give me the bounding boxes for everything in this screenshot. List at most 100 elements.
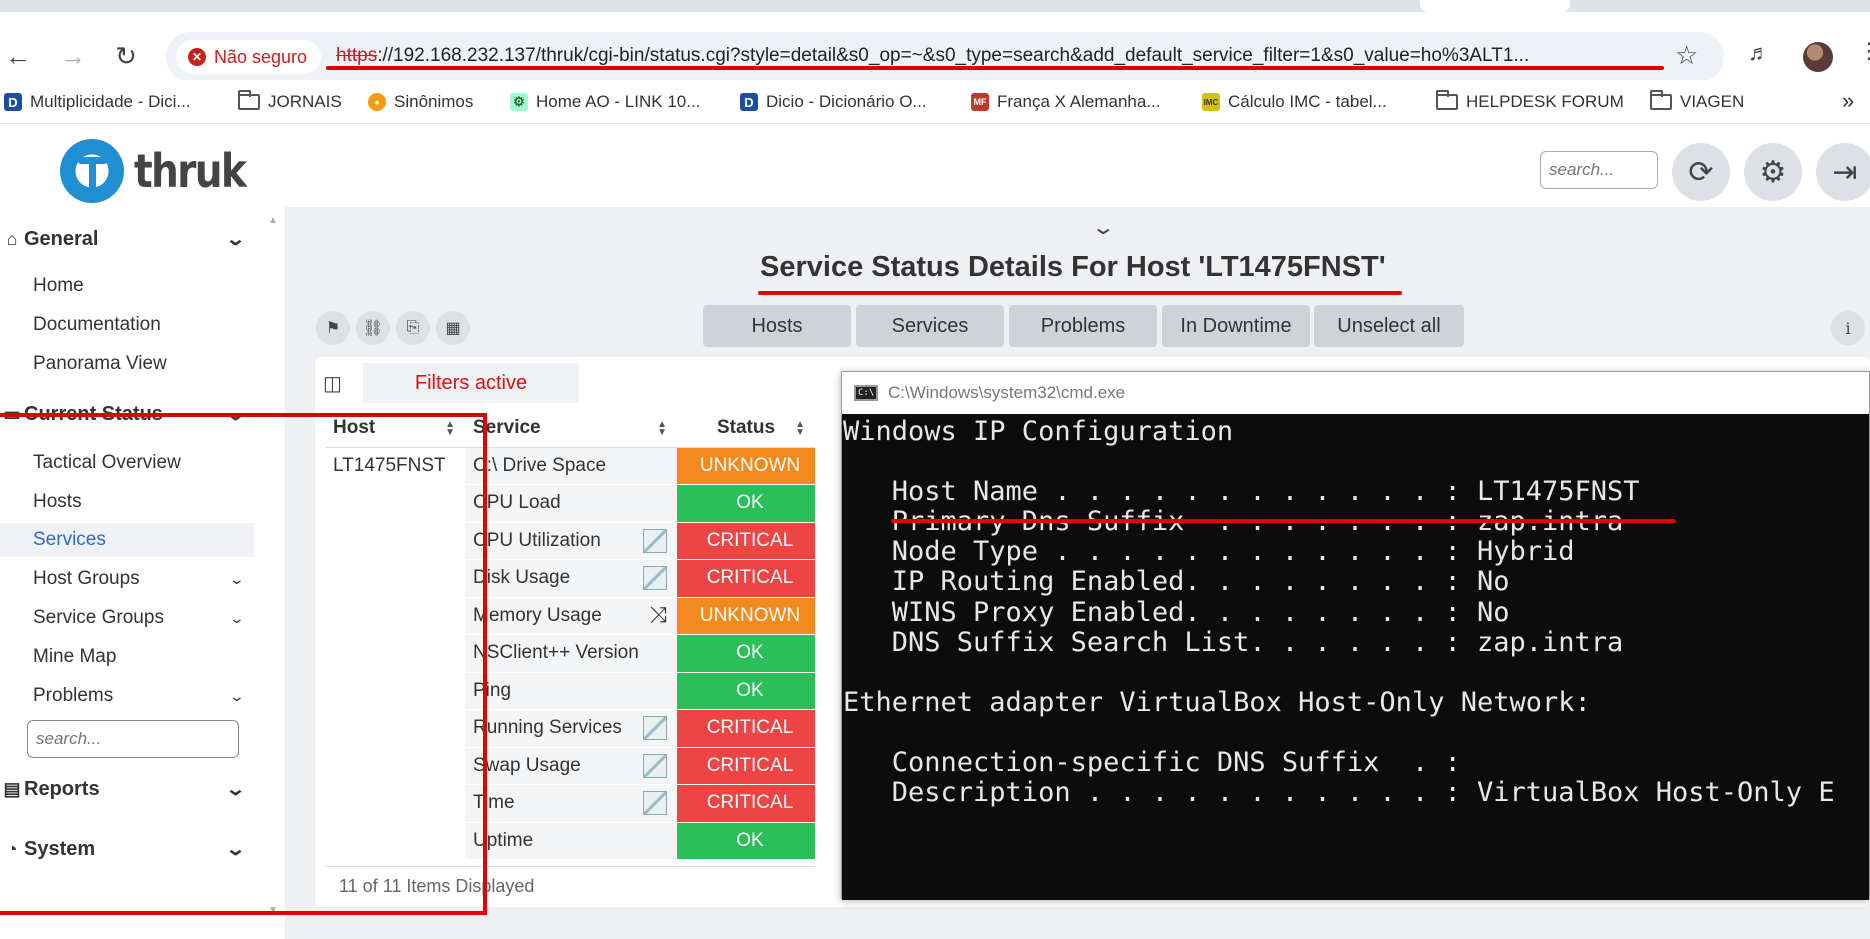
cmd-line [843,715,1869,745]
info-icon[interactable]: i [1831,311,1865,345]
link-icon: ⚙ [510,93,528,111]
bookmark-item[interactable]: VIAGEN [1650,89,1744,115]
service-name[interactable]: Disk Usage [473,567,570,588]
cmd-output[interactable]: Windows IP Configuration Host Name . . .… [842,414,1869,900]
header-search-input[interactable] [1540,151,1658,189]
service-cell[interactable]: Memory Usage ⤨ [465,597,677,635]
status-badge: UNKNOWN [677,447,815,485]
bookmark-item[interactable]: IMC Cálculo IMC - tabel... [1202,89,1387,115]
bookmarks-overflow-icon[interactable]: » [1842,88,1854,114]
bookmark-star-icon[interactable]: ☆ [1675,40,1698,71]
service-name[interactable]: CPU Utilization [473,530,601,551]
gear-icon[interactable]: ⚙ [1744,143,1802,201]
cmd-line: Description . . . . . . . . . . . : Virt… [843,777,1835,809]
service-name[interactable]: C:\ Drive Space [473,455,606,476]
status-badge: CRITICAL [677,709,815,748]
cmd-line: IP Routing Enabled. . . . . . . . : No [843,566,1510,598]
tab-unselect-all[interactable]: Unselect all [1314,305,1464,347]
service-cell[interactable]: Swap Usage [465,747,677,785]
service-cell[interactable]: Uptime [465,822,677,860]
folder-icon [1436,90,1458,110]
cmd-line [843,444,1869,474]
security-chip[interactable]: ✕ Não seguro [176,40,322,74]
cmd-line: Host Name . . . . . . . . . . . . : LT14… [843,476,1640,508]
sidebar-item-panorama[interactable]: Panorama View [33,347,253,381]
cmd-line: DNS Suffix Search List. . . . . . : zap.… [843,626,1624,658]
service-cell[interactable]: Ping [465,672,677,710]
service-name[interactable]: Memory Usage [473,605,602,626]
panel-toggle-icon[interactable]: ◫ [323,371,342,396]
graph-icon[interactable] [643,791,667,815]
bookmark-item[interactable]: • Sinônimos [368,89,473,115]
service-name[interactable]: Swap Usage [473,755,581,776]
bookmark-item[interactable]: HELPDESK FORUM [1436,89,1624,115]
sort-icon[interactable]: ▲ ▼ [795,420,805,438]
filters-active-button[interactable]: Filters active [363,363,579,403]
cmd-titlebar[interactable]: C:\ C:\Windows\system32\cmd.exe [842,372,1869,414]
browser-tab[interactable] [1420,0,1570,12]
security-label: Não seguro [214,46,308,67]
home-icon: ⌂ [6,228,18,249]
bookmark-icon[interactable]: ⚑ [316,311,350,345]
column-header-service[interactable]: Service ▲ ▼ [465,409,677,448]
logout-icon[interactable]: ⇥ [1816,143,1870,201]
graph-icon[interactable] [643,753,667,778]
status-badge: CRITICAL [677,747,815,785]
bookmark-item[interactable]: JORNAIS [238,89,342,115]
service-cell[interactable]: C:\ Drive Space [465,447,677,485]
sidebar-item-documentation[interactable]: Documentation [33,308,253,342]
status-badge: CRITICAL [677,522,815,560]
export-icon[interactable]: ⎘ [396,311,430,345]
tab-hosts[interactable]: Hosts [703,305,851,347]
sidebar-section-general[interactable]: ⌂ General ⌄ [0,222,255,256]
service-cell[interactable]: NSClient++ Version [465,634,677,673]
graph-icon[interactable] [643,528,667,553]
column-header-status[interactable]: Status ▲ ▼ [677,409,815,448]
tab-in-downtime[interactable]: In Downtime [1162,305,1310,347]
logo-text: thruk [134,144,247,198]
refresh-icon[interactable]: ⟳ [1672,143,1730,201]
status-badge: OK [677,672,815,710]
address-bar[interactable]: ✕ Não seguro https://192.168.232.137/thr… [166,32,1724,82]
thruk-logo-icon [60,139,124,203]
cmd-line: Connection-specific DNS Suffix . : [843,747,1461,779]
more-icon[interactable]: ⋮ [1858,38,1870,64]
service-cell[interactable]: Time [465,784,677,823]
status-badge: CRITICAL [677,784,815,823]
back-icon[interactable]: ← [0,38,36,74]
service-name[interactable]: NSClient++ Version [473,642,639,663]
service-name[interactable]: Running Services [473,717,622,738]
profile-avatar[interactable] [1803,42,1833,72]
status-badge: UNKNOWN [677,597,815,635]
bookmark-item[interactable]: MF França X Alemanha... [971,89,1160,115]
link-icon[interactable]: ⛓ [356,311,390,345]
annotation-underline-hostname [891,519,1676,523]
tab-services[interactable]: Services [856,305,1004,347]
media-control-icon[interactable]: ♬ [1748,40,1770,66]
url-scheme: https [336,45,378,66]
annotation-underline-url [326,66,1664,70]
grid-icon[interactable]: ▦ [436,311,470,345]
service-cell[interactable]: Running Services [465,709,677,748]
service-cell[interactable]: Disk Usage [465,559,677,598]
url-text[interactable]: https://192.168.232.137/thruk/cgi-bin/st… [336,45,1529,67]
sidebar-item-home[interactable]: Home [33,269,253,303]
tab-problems[interactable]: Problems [1009,305,1157,347]
cmd-window[interactable]: C:\ C:\Windows\system32\cmd.exe Windows … [841,371,1870,900]
thruk-logo[interactable]: thruk [60,139,265,203]
service-cell[interactable]: CPU Load [465,484,677,523]
service-cell[interactable]: CPU Utilization [465,522,677,560]
graph-icon[interactable] [643,716,667,740]
scroll-up-icon[interactable]: ▲ [268,215,278,226]
reload-icon[interactable]: ↻ [108,38,144,74]
bookmark-item[interactable]: ⚙ Home AO - LINK 10... [510,89,700,115]
chevron-down-icon: ⌄ [224,228,247,249]
bookmark-item[interactable]: D Dicio - Dicionário O... [740,89,927,115]
collapse-chevron-icon[interactable]: ⌄ [1091,215,1116,240]
folder-icon [1650,90,1672,110]
sort-icon[interactable]: ▲ ▼ [657,420,667,438]
tab-strip [0,0,1870,12]
bookmark-item[interactable]: D Multiplicidade - Dici... [4,89,191,115]
forward-icon[interactable]: → [55,38,91,74]
graph-icon[interactable] [643,566,667,590]
